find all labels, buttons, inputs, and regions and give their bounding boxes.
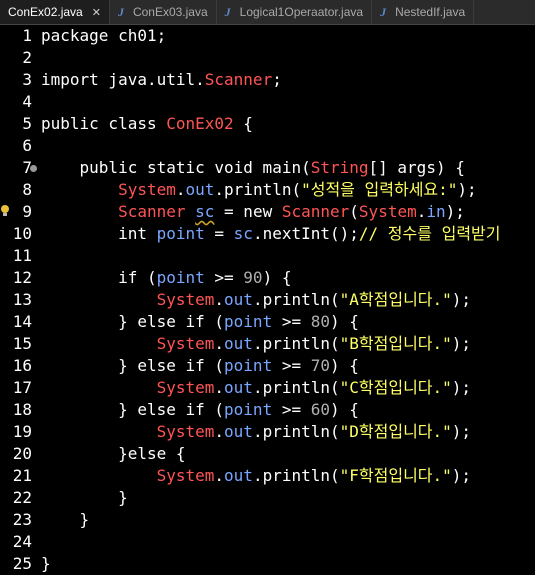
tab-conex03[interactable]: J ConEx03.java [110, 0, 217, 24]
code-line[interactable]: 6 [0, 135, 535, 157]
line-number: 16 [12, 356, 32, 375]
line-number: 2 [22, 48, 32, 67]
code-text: } [41, 510, 90, 529]
line-number: 13 [12, 290, 32, 309]
line-number: 17 [12, 378, 32, 397]
code-line[interactable]: 7 public static void main(String[] args)… [0, 157, 535, 179]
code-text: if (point >= 90) { [41, 268, 292, 287]
tab-logical1operaator[interactable]: J Logical1Operaator.java [217, 0, 373, 24]
code-line[interactable]: 23 } [0, 509, 535, 531]
editor-tab-bar: ConEx02.java ✕ J ConEx03.java J Logical1… [0, 0, 535, 25]
code-line[interactable]: 13 System.out.println("A학점입니다."); [0, 289, 535, 311]
code-text: System.out.println("성적을 입력하세요:"); [118, 180, 477, 199]
line-number: 3 [22, 70, 32, 89]
code-line[interactable]: 11 [0, 245, 535, 267]
code-line[interactable]: 20 }else { [0, 443, 535, 465]
line-number: 21 [12, 466, 32, 485]
tab-label: ConEx02.java [8, 5, 83, 19]
line-number: 19 [12, 422, 32, 441]
code-line[interactable]: 1 package ch01; [0, 25, 535, 47]
code-line[interactable]: 15 System.out.println("B학점입니다."); [0, 333, 535, 355]
code-text: package ch01; [41, 26, 167, 45]
code-line[interactable]: 19 System.out.println("D학점입니다."); [0, 421, 535, 443]
line-number: 10 [12, 224, 32, 243]
line-number: 14 [12, 312, 32, 331]
code-line[interactable]: 10 int point = sc.nextInt();// 정수를 입력받기 [0, 223, 535, 245]
code-text: System.out.println("B학점입니다."); [156, 334, 472, 353]
code-line[interactable]: 8 System.out.println("성적을 입력하세요:"); [0, 179, 535, 201]
code-line[interactable]: 16 } else if (point >= 70) { [0, 355, 535, 377]
code-text: int point = sc.nextInt();// 정수를 입력받기 [41, 224, 501, 243]
line-number: 18 [12, 400, 32, 419]
java-file-icon: J [224, 5, 231, 19]
code-text: System.out.println("D학점입니다."); [156, 422, 472, 441]
line-number: 25 [12, 554, 32, 573]
code-line[interactable]: 22 } [0, 487, 535, 509]
code-text: } [41, 554, 51, 573]
lightbulb-warning-icon[interactable] [0, 204, 10, 218]
code-text: System.out.println("F학점입니다."); [156, 466, 472, 485]
line-number: 5 [22, 114, 32, 133]
code-line[interactable]: 3 import java.util.Scanner; [0, 69, 535, 91]
close-icon[interactable]: ✕ [92, 6, 101, 19]
code-text: public static void main(String[] args) { [41, 158, 465, 177]
java-file-icon: J [380, 5, 387, 19]
code-text: }else { [41, 444, 186, 463]
line-number: 7 [22, 158, 32, 177]
line-number: 11 [12, 246, 32, 265]
line-number: 23 [12, 510, 32, 529]
code-line[interactable]: 12 if (point >= 90) { [0, 267, 535, 289]
code-line[interactable]: 5 public class ConEx02 { [0, 113, 535, 135]
java-file-icon: J [117, 5, 124, 19]
code-line[interactable]: 17 System.out.println("C학점입니다."); [0, 377, 535, 399]
line-number: 4 [22, 92, 32, 111]
tab-label: NestedIf.java [395, 5, 466, 19]
tab-nestedif[interactable]: J NestedIf.java [372, 0, 475, 24]
code-text: System.out.println("A학점입니다."); [156, 290, 472, 309]
tab-conex02[interactable]: ConEx02.java ✕ [0, 0, 110, 24]
code-text: import java.util.Scanner; [41, 70, 282, 89]
code-line[interactable]: 14 } else if (point >= 80) { [0, 311, 535, 333]
code-line[interactable]: 2 [0, 47, 535, 69]
code-text: Scanner sc = new Scanner(System.in); [118, 202, 465, 221]
code-text: public class ConEx02 { [41, 114, 253, 133]
line-number: 20 [12, 444, 32, 463]
code-text: } else if (point >= 60) { [41, 400, 359, 419]
code-line[interactable]: 24 [0, 531, 535, 553]
tab-label: ConEx03.java [132, 5, 208, 19]
code-text: System.out.println("C학점입니다."); [156, 378, 472, 397]
code-line[interactable]: 25} [0, 553, 535, 575]
code-text: } else if (point >= 80) { [41, 312, 359, 331]
line-number: 1 [22, 26, 32, 45]
code-line[interactable]: 4 [0, 91, 535, 113]
line-number: 24 [12, 532, 32, 551]
line-number: 15 [12, 334, 32, 353]
line-number: 22 [12, 488, 32, 507]
tab-label: Logical1Operaator.java [239, 5, 364, 19]
code-line[interactable]: 9 Scanner sc = new Scanner(System.in); [0, 201, 535, 223]
line-number: 6 [22, 136, 32, 155]
code-text: } [41, 488, 128, 507]
line-number: 8 [22, 180, 32, 199]
code-editor[interactable]: 1 package ch01; 2 3 import java.util.Scanner… [0, 25, 535, 574]
code-line[interactable]: 18 } else if (point >= 60) { [0, 399, 535, 421]
line-number: 12 [12, 268, 32, 287]
code-line[interactable]: 21 System.out.println("F학점입니다."); [0, 465, 535, 487]
code-text: } else if (point >= 70) { [41, 356, 359, 375]
fold-toggle-icon[interactable] [30, 165, 37, 172]
